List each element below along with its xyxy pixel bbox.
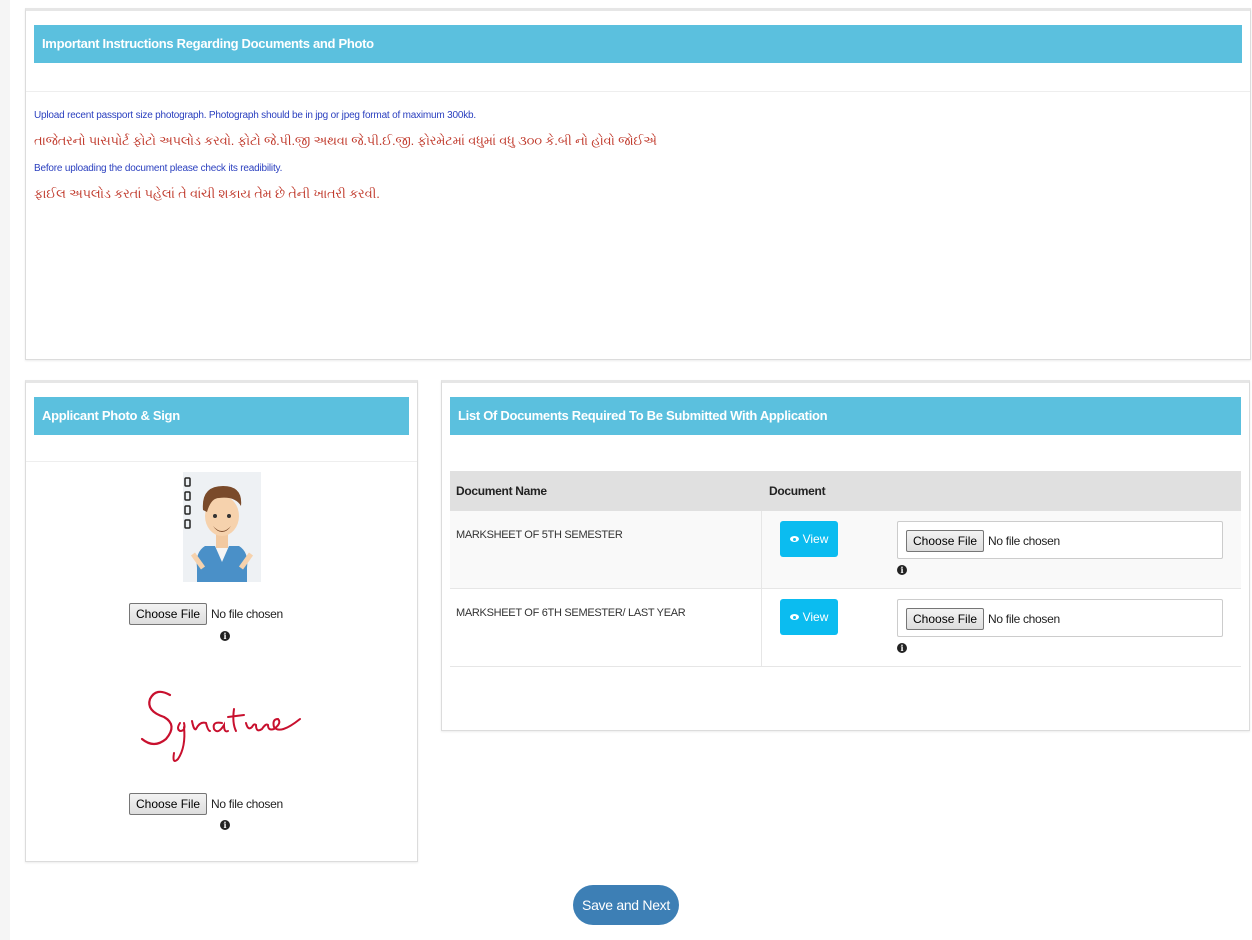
view-label: View [802, 610, 829, 624]
view-button[interactable]: View [780, 521, 838, 557]
photo-file-input[interactable]: Choose File No file chosen [129, 603, 283, 625]
photo-sign-title: Applicant Photo & Sign [34, 397, 409, 435]
photo-choose-file-button[interactable]: Choose File [129, 603, 208, 625]
document-file-box: Choose File No file chosen [897, 599, 1223, 637]
instruction-line-photo-gu: તાજેતરનો પાસપોર્ટ ફોટો અપલોડ કરવો. ફોટો … [34, 133, 657, 148]
document-file-box: Choose File No file chosen [897, 521, 1223, 559]
instruction-line-readability-en: Before uploading the document please che… [34, 163, 283, 174]
cell-divider [761, 511, 762, 589]
photo-sign-panel: Applicant Photo & Sign Choose File No fi… [25, 380, 418, 862]
document-file-input[interactable]: Choose File No file chosen [906, 608, 1060, 630]
instruction-line-photo-en: Upload recent passport size photograph. … [34, 110, 476, 121]
document-info-icon[interactable]: i [897, 565, 907, 575]
document-choose-file-button[interactable]: Choose File [906, 608, 985, 630]
instruction-line-readability-gu: ફાઈલ અપલોડ કરતાં પહેલાં તે વાંચી શકાય તે… [34, 186, 380, 201]
cell-divider [761, 589, 762, 667]
column-header-document-name: Document Name [456, 484, 547, 498]
document-name: MARKSHEET OF 6TH SEMESTER/ LAST YEAR [456, 607, 686, 619]
divider [26, 91, 1250, 92]
document-file-status: No file chosen [988, 612, 1060, 626]
applicant-photo-avatar [183, 472, 261, 582]
view-button[interactable]: View [780, 599, 838, 635]
save-and-next-button[interactable]: Save and Next [573, 885, 679, 925]
signature-image [140, 690, 301, 762]
document-info-icon[interactable]: i [897, 643, 907, 653]
instructions-title: Important Instructions Regarding Documen… [34, 25, 1242, 63]
documents-panel: List Of Documents Required To Be Submitt… [441, 380, 1250, 731]
signature-file-status: No file chosen [211, 797, 283, 811]
document-file-status: No file chosen [988, 534, 1060, 548]
table-header: Document Name Document [450, 471, 1241, 511]
divider [26, 461, 417, 462]
eye-icon [789, 614, 799, 620]
view-label: View [802, 532, 829, 546]
document-choose-file-button[interactable]: Choose File [906, 530, 985, 552]
instructions-panel: Important Instructions Regarding Documen… [25, 8, 1251, 360]
page-frame: Important Instructions Regarding Documen… [10, 0, 1252, 940]
table-row: MARKSHEET OF 5TH SEMESTER View Choose Fi… [450, 511, 1241, 589]
document-name: MARKSHEET OF 5TH SEMESTER [456, 529, 623, 541]
eye-icon [789, 536, 799, 542]
table-row: MARKSHEET OF 6TH SEMESTER/ LAST YEAR Vie… [450, 589, 1241, 667]
signature-info-icon[interactable]: i [220, 820, 230, 830]
column-header-document: Document [769, 484, 826, 498]
document-file-input[interactable]: Choose File No file chosen [906, 530, 1060, 552]
signature-file-input[interactable]: Choose File No file chosen [129, 793, 283, 815]
signature-choose-file-button[interactable]: Choose File [129, 793, 208, 815]
documents-title: List Of Documents Required To Be Submitt… [450, 397, 1241, 435]
photo-file-status: No file chosen [211, 607, 283, 621]
photo-info-icon[interactable]: i [220, 631, 230, 641]
